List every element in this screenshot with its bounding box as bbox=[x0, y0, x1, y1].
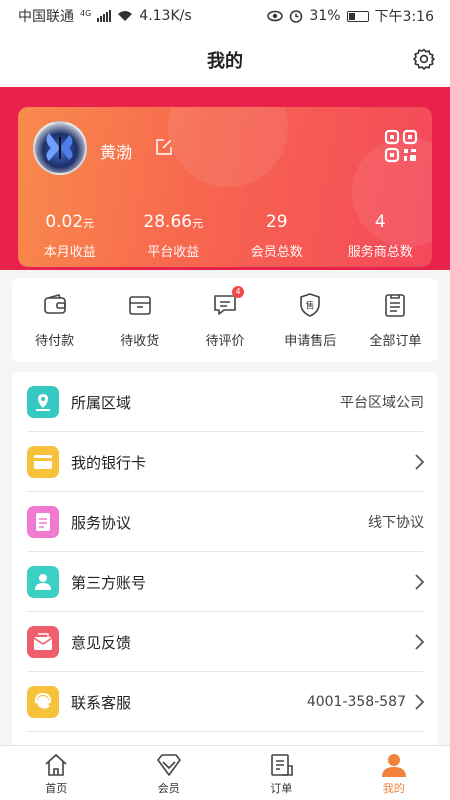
order-label: 待收货 bbox=[120, 334, 160, 349]
stat-label: 服务商总数 bbox=[347, 245, 413, 260]
tab-mine[interactable]: 我的 bbox=[338, 746, 450, 800]
order-label: 待评价 bbox=[205, 334, 245, 349]
edit-icon[interactable] bbox=[155, 138, 173, 156]
stat-value: 29 bbox=[265, 212, 288, 232]
tab-orders[interactable]: 订单 bbox=[225, 746, 338, 800]
order-label: 全部订单 bbox=[369, 334, 422, 349]
settings-menu: 所属区域 平台区域公司 我的银行卡 服务协议 线下协议 第三方账号 意见反馈 联… bbox=[12, 372, 438, 762]
bank-card-icon bbox=[27, 446, 59, 478]
member-icon bbox=[156, 754, 181, 776]
review-count-badge: 4 bbox=[232, 286, 244, 298]
order-all[interactable]: 全部订单 bbox=[353, 278, 438, 362]
menu-item-value: 4001-358-587 bbox=[306, 694, 406, 710]
stats-row: 0.02元 本月收益 28.66元 平台收益 29 会员总数 4 服务商总数 bbox=[18, 211, 432, 260]
carrier-name: 中国联通 bbox=[18, 9, 74, 25]
menu-item-region[interactable]: 所属区域 平台区域公司 bbox=[12, 372, 438, 432]
menu-item-value: 线下协议 bbox=[368, 515, 424, 531]
menu-item-customer-service[interactable]: 联系客服 4001-358-587 bbox=[12, 672, 438, 732]
stat-value: 0.02 bbox=[45, 212, 84, 232]
stat-unit: 元 bbox=[192, 217, 204, 230]
home-icon bbox=[45, 753, 67, 776]
top-bar: 我的 bbox=[0, 32, 450, 87]
butterfly-icon bbox=[46, 133, 73, 161]
page-title: 我的 bbox=[207, 50, 243, 72]
user-name: 黄渤 bbox=[100, 143, 133, 162]
menu-item-label: 我的银行卡 bbox=[71, 453, 147, 472]
clock: 下午3:16 bbox=[374, 9, 434, 25]
order-label: 申请售后 bbox=[284, 334, 337, 349]
aftersale-icon: 售 bbox=[300, 293, 321, 317]
avatar[interactable] bbox=[33, 121, 87, 175]
order-pending-review[interactable]: 4 待评价 bbox=[182, 278, 267, 362]
account-icon bbox=[27, 566, 59, 598]
stat-label: 会员总数 bbox=[250, 245, 303, 260]
stat-label: 平台收益 bbox=[147, 245, 200, 260]
customer-service-icon bbox=[27, 686, 59, 718]
profile-card: 黄渤 0.02元 本月收益 28.66元 平台收益 29 会员总数 4 服务商总… bbox=[18, 107, 432, 267]
order-pending-payment[interactable]: 待付款 bbox=[12, 278, 97, 362]
order-icon bbox=[271, 754, 294, 776]
battery-percent: 31% bbox=[309, 8, 341, 24]
alarm-icon bbox=[290, 10, 303, 23]
menu-item-feedback[interactable]: 意见反馈 bbox=[12, 612, 438, 672]
orders-list-icon bbox=[385, 294, 406, 317]
qr-code-icon[interactable] bbox=[384, 129, 418, 163]
stat-provider-count[interactable]: 4 服务商总数 bbox=[329, 211, 433, 260]
wifi-icon bbox=[118, 11, 133, 21]
chevron-right-icon bbox=[415, 454, 424, 470]
menu-item-service-agreement[interactable]: 服务协议 线下协议 bbox=[12, 492, 438, 552]
status-bar: 中国联通 4G 4.13K/s 31% 下午3:16 bbox=[0, 0, 450, 32]
box-icon bbox=[128, 296, 151, 315]
menu-item-value: 平台区域公司 bbox=[340, 395, 424, 411]
menu-item-label: 意见反馈 bbox=[71, 633, 132, 652]
menu-item-label: 服务协议 bbox=[71, 513, 132, 532]
order-pending-receipt[interactable]: 待收货 bbox=[97, 278, 182, 362]
tab-label: 首页 bbox=[45, 782, 68, 795]
eye-icon bbox=[267, 10, 284, 22]
bottom-tab-bar: 首页 会员 订单 我的 bbox=[0, 745, 450, 800]
svg-text:售: 售 bbox=[306, 300, 315, 312]
stat-label: 本月收益 bbox=[43, 245, 96, 260]
stat-value: 4 bbox=[374, 212, 386, 232]
tab-label: 我的 bbox=[382, 782, 405, 795]
menu-item-label: 所属区域 bbox=[71, 393, 132, 412]
order-label: 待付款 bbox=[35, 334, 75, 349]
stat-monthly-income[interactable]: 0.02元 本月收益 bbox=[18, 211, 122, 260]
menu-item-label: 第三方账号 bbox=[71, 573, 147, 592]
location-icon bbox=[27, 386, 59, 418]
chevron-right-icon bbox=[415, 694, 424, 710]
menu-item-third-party-account[interactable]: 第三方账号 bbox=[12, 552, 438, 612]
stat-value: 28.66 bbox=[143, 212, 193, 232]
agreement-icon bbox=[27, 506, 59, 538]
profile-icon bbox=[381, 754, 406, 777]
feedback-icon bbox=[27, 626, 59, 658]
wallet-icon bbox=[43, 294, 66, 314]
tab-label: 会员 bbox=[157, 782, 180, 795]
network-type: 4G bbox=[80, 9, 92, 18]
gear-icon[interactable] bbox=[412, 47, 436, 71]
menu-item-bank-card[interactable]: 我的银行卡 bbox=[12, 432, 438, 492]
chevron-right-icon bbox=[415, 634, 424, 650]
tab-member[interactable]: 会员 bbox=[113, 746, 226, 800]
signal-icon bbox=[97, 10, 112, 22]
stat-member-count[interactable]: 29 会员总数 bbox=[225, 211, 329, 260]
battery-icon bbox=[346, 10, 369, 22]
stat-platform-income[interactable]: 28.66元 平台收益 bbox=[122, 211, 226, 260]
network-speed: 4.13K/s bbox=[139, 8, 192, 24]
order-shortcuts: 待付款 待收货 4 待评价 售 申请售后 全部订单 bbox=[12, 278, 438, 362]
tab-home[interactable]: 首页 bbox=[0, 746, 113, 800]
order-after-sale[interactable]: 售 申请售后 bbox=[268, 278, 353, 362]
tab-label: 订单 bbox=[270, 782, 293, 795]
menu-item-label: 联系客服 bbox=[71, 693, 132, 712]
stat-unit: 元 bbox=[83, 217, 95, 230]
chevron-right-icon bbox=[415, 574, 424, 590]
